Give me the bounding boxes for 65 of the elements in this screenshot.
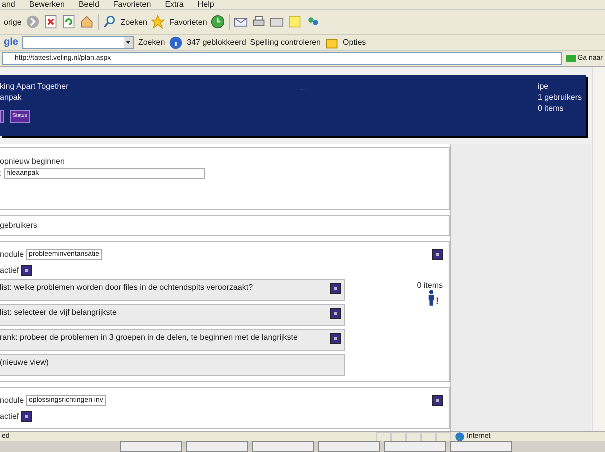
printer-icon[interactable] (252, 15, 266, 29)
taskbar-button[interactable] (120, 441, 182, 452)
remove-button[interactable] (330, 308, 341, 319)
step-text: list: welke problemen worden door files in de ochtendspits veroorzaakt? (0, 283, 254, 293)
options-button[interactable]: Opties (343, 38, 366, 47)
google-search-button[interactable]: Zoeken (138, 38, 166, 47)
menu-item[interactable]: and (2, 1, 16, 9)
mail-icon[interactable] (234, 15, 248, 29)
header-title: king Apart Together (0, 81, 69, 92)
taskbar-button[interactable] (318, 441, 380, 452)
star-icon[interactable] (151, 15, 166, 29)
taskbar-button[interactable] (450, 441, 512, 452)
search-button[interactable]: Zoeken (120, 18, 148, 26)
menu-item[interactable]: Extra (165, 1, 184, 9)
menu-item[interactable]: Favorieten (113, 1, 152, 9)
header-info: ipe (538, 81, 550, 92)
home-icon[interactable] (80, 15, 94, 29)
info-icon[interactable] (169, 36, 184, 50)
step-text: list: selecteer de vijf belangrijkste (0, 308, 118, 318)
taskbar-button[interactable] (252, 441, 314, 452)
step-row[interactable]: rank: probeer de problemen in 3 groepen in de delen, te beginnen met de langrijkste (0, 329, 345, 351)
forward-icon[interactable] (26, 15, 40, 29)
remove-button[interactable] (330, 333, 341, 344)
taskbar-button[interactable] (384, 441, 446, 452)
header-info: 1 gebruikers (538, 92, 582, 103)
popup-blocker-button[interactable]: 347 geblokkeerd (187, 38, 246, 47)
module-label: nodule (0, 396, 24, 404)
step-row[interactable]: (nieuwe view) (0, 354, 345, 376)
close-button[interactable] (432, 394, 443, 406)
favorites-button[interactable]: Favorieten (169, 18, 208, 26)
active-label: actief (0, 412, 20, 420)
spellcheck-button[interactable]: Spelling controleren (250, 38, 322, 47)
header-subtitle: anpak (0, 92, 23, 103)
restart-link[interactable]: opnieuw beginnen (0, 157, 443, 166)
module-label: nodule (0, 250, 24, 258)
menu-item[interactable]: Bewerken (29, 1, 65, 9)
active-label: actief (0, 266, 20, 274)
taskbar-button[interactable] (186, 441, 248, 452)
menu-item[interactable]: Beeld (78, 1, 100, 9)
search-field[interactable] (22, 36, 134, 49)
close-button[interactable] (432, 248, 443, 260)
remove-button[interactable] (330, 283, 341, 294)
nav-button[interactable] (0, 110, 4, 123)
history-icon[interactable] (211, 15, 226, 29)
stop-icon[interactable] (44, 15, 58, 29)
scrollbar[interactable] (592, 67, 605, 431)
refresh-icon[interactable] (62, 15, 76, 29)
item-count: 0 items (417, 281, 443, 290)
search-icon[interactable] (102, 15, 117, 29)
warning-mark: ! (436, 296, 439, 306)
globe-icon (455, 432, 465, 442)
step-row[interactable]: list: welke problemen worden door files in de ochtendspits veroorzaakt? (0, 279, 345, 301)
add-button[interactable] (21, 264, 32, 276)
step-row[interactable]: list: selecteer de vijf belangrijkste (0, 304, 345, 326)
menu-item[interactable]: Help (198, 1, 214, 9)
person-icon (428, 290, 435, 306)
edit-icon[interactable] (270, 15, 284, 29)
header-info: 0 items (538, 103, 565, 114)
step-text: rank: probeer de problemen in 3 groepen in de delen, te beginnen met de langrijkste (0, 333, 299, 343)
step-text: (nieuwe view) (0, 358, 50, 368)
add-button[interactable] (21, 410, 32, 422)
back-button[interactable]: orige (4, 18, 22, 26)
users-label: gebruikers (0, 221, 38, 230)
field-label: : (0, 169, 2, 178)
google-logo[interactable]: gle (4, 37, 18, 48)
